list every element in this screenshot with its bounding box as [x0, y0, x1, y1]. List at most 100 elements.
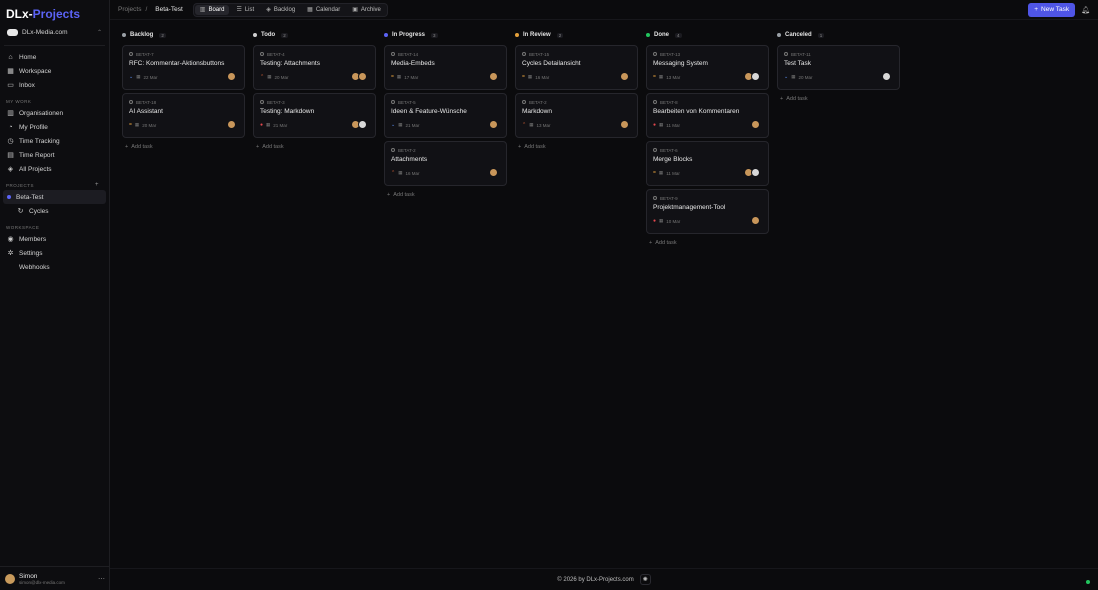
task-meta: ⌃ ▦ 20 Mar: [260, 74, 288, 80]
sidebar-item-label: Settings: [19, 249, 43, 257]
section-projects: PROJECTS +: [6, 182, 99, 188]
add-task-button[interactable]: + Add task: [777, 92, 900, 106]
task-id: BETAT-14: [391, 51, 500, 57]
task-meta: ⌄ ▦ 22 Mar: [129, 74, 157, 80]
sidebar-item-home[interactable]: ⌂ Home: [3, 50, 106, 64]
breadcrumb-projects[interactable]: Projects: [118, 6, 141, 13]
priority-icon: =: [653, 74, 656, 80]
user-email: simon@dlx-media.com: [19, 579, 65, 585]
assignees: [744, 72, 760, 81]
calendar-icon: ▦: [658, 170, 664, 175]
breadcrumb-current: Beta-Test: [155, 6, 183, 13]
due-date: 16 Mar: [405, 170, 420, 176]
due-date: 17 Mar: [404, 74, 419, 80]
tab-list[interactable]: ☰ List: [231, 5, 259, 15]
sidebar-item-workspace[interactable]: ▦ Workspace: [3, 64, 106, 78]
task-card[interactable]: BETAT-2 Attachments ⌃ ▦ 16 Mar: [384, 141, 507, 186]
theme-toggle-icon[interactable]: ✺: [639, 574, 651, 585]
task-card[interactable]: BETAT-5 Ideen & Feature-Wünsche ⌄ ▦ 21 Mar: [384, 93, 507, 138]
plus-icon: +: [256, 144, 260, 150]
calendar-icon: ▦: [396, 74, 402, 79]
assignees: [489, 72, 498, 81]
add-task-button[interactable]: + Add task: [646, 236, 769, 250]
sidebar-item-cycles[interactable]: ↻ Cycles: [3, 204, 106, 218]
task-card[interactable]: BETAT-8 Bearbeiten von Kommentaren ● ▦ 11 Ma…: [646, 93, 769, 138]
tab-backlog[interactable]: ◈ Backlog: [261, 5, 300, 15]
task-card[interactable]: BETAT-7 RFC: Kommentar-Aktionsbuttons ⌄ ▦ 22…: [122, 45, 245, 90]
calendar-icon: ▦: [659, 218, 664, 223]
calendar-icon: ▦: [267, 74, 272, 79]
task-card[interactable]: BETAT-11 Test Task ⌄ ▦ 20 Mar: [777, 45, 900, 90]
members-icon: ◉: [7, 236, 14, 243]
sidebar-item-time-tracking[interactable]: ◷ Time Tracking: [3, 134, 106, 148]
task-meta: = ▦ 11 Mar: [653, 170, 680, 176]
task-card[interactable]: BETAT-13 Messaging System = ▦ 13 Mar: [646, 45, 769, 90]
column-canceled: Canceled 1 BETAT-11 Test Task ⌄ ▦ 20 Mar + Add t…: [777, 28, 900, 590]
user-menu[interactable]: Simon simon@dlx-media.com ⋯: [0, 566, 110, 590]
sidebar-item-label: Inbox: [19, 81, 35, 89]
avatar: [620, 72, 629, 81]
status-dot-icon: [515, 33, 519, 37]
breadcrumb: Projects / Beta-Test: [118, 6, 183, 13]
task-meta: ⌄ ▦ 21 Mar: [391, 122, 419, 128]
tab-archive[interactable]: ▣ Archive: [347, 5, 386, 15]
due-date: 16 Mar: [535, 74, 550, 80]
sidebar-item-organisationen[interactable]: ▥ Organisationen: [3, 106, 106, 120]
sidebar-item-settings[interactable]: ✲ Settings: [3, 246, 106, 260]
more-icon[interactable]: ⋯: [98, 575, 105, 583]
avatar: [358, 120, 367, 129]
app-logo[interactable]: DLx-Projects: [0, 0, 109, 22]
tab-label: Backlog: [273, 6, 296, 13]
sidebar-item-all-projects[interactable]: ◈ All Projects: [3, 162, 106, 176]
add-task-button[interactable]: + Add task: [122, 140, 245, 154]
task-card[interactable]: BETAT-15 Cycles Detailansicht = ▦ 16 Mar: [515, 45, 638, 90]
task-meta: ⌄ ▦ 20 Mar: [784, 74, 812, 80]
due-date: 13 Mar: [536, 122, 551, 128]
due-date: 22 Mar: [143, 74, 158, 80]
new-task-button[interactable]: + New Task: [1028, 2, 1076, 17]
column-todo: Todo 2 BETAT-4 Testing: Attachments ⌃ ▦ 20 Mar…: [253, 28, 376, 590]
add-task-button[interactable]: + Add task: [515, 140, 638, 154]
calendar-icon: ▦: [136, 74, 141, 79]
sidebar-item-inbox[interactable]: ▭ Inbox: [3, 78, 106, 92]
priority-icon: ●: [653, 122, 657, 128]
tab-calendar[interactable]: ▦ Calendar: [302, 5, 345, 15]
bell-icon[interactable]: 🔔︎: [1081, 6, 1090, 14]
sidebar-item-label: All Projects: [19, 165, 52, 173]
task-card[interactable]: BETAT-6 Merge Blocks = ▦ 11 Mar: [646, 141, 769, 186]
status-dot-icon: [646, 33, 650, 37]
tab-board[interactable]: ▥ Board: [194, 4, 230, 15]
sidebar-item-time-report[interactable]: ▤ Time Report: [3, 148, 106, 162]
add-task-button[interactable]: + Add task: [253, 140, 376, 154]
tab-label: Calendar: [315, 6, 341, 13]
task-card[interactable]: BETAT-4 Testing: Attachments ⌃ ▦ 20 Mar: [253, 45, 376, 90]
sidebar-item-my-profile[interactable]: ◔ My Profile: [3, 120, 106, 134]
status-circle-icon: [653, 196, 657, 200]
status-circle-icon: [391, 148, 395, 152]
task-card[interactable]: BETAT-3 Testing: Markdown ● ▦ 21 Mar: [253, 93, 376, 138]
avatar: [5, 573, 15, 584]
task-id: BETAT-15: [522, 51, 631, 57]
avatar: [751, 72, 760, 81]
task-card[interactable]: BETAT-9 Projektmanagement-Tool ● ▦ 10 Mar: [646, 189, 769, 234]
view-tabs: ▥ Board ☰ List ◈ Backlog ▦ Calendar ▣ Archive: [192, 2, 388, 17]
sidebar-project-beta-test[interactable]: Beta-Test: [3, 190, 106, 204]
task-card[interactable]: BETAT-18 AI Assistant = ▦ 20 Mar: [122, 93, 245, 138]
section-my-work: MY WORK: [6, 98, 32, 104]
due-date: 20 Mar: [142, 122, 157, 128]
due-date: 21 Mar: [405, 122, 420, 128]
workspace-name: DLx-Media.com: [22, 29, 68, 36]
task-meta: ⌃ ▦ 13 Mar: [522, 122, 550, 128]
add-task-button[interactable]: + Add task: [384, 188, 507, 202]
workspace-switcher[interactable]: DLx-Media.com ⌃: [4, 24, 105, 46]
status-circle-icon: [653, 100, 657, 104]
task-card[interactable]: BETAT-14 Media-Embeds = ▦ 17 Mar: [384, 45, 507, 90]
sidebar-item-members[interactable]: ◉ Members: [3, 232, 106, 246]
column-count-badge: 2: [159, 32, 166, 38]
due-date: 20 Mar: [274, 74, 289, 80]
task-card[interactable]: BETAT-2 Markdown ⌃ ▦ 13 Mar: [515, 93, 638, 138]
task-id: BETAT-4: [260, 51, 369, 57]
add-project-icon[interactable]: +: [95, 182, 99, 188]
sidebar-item-webhooks[interactable]: Webhooks: [3, 260, 106, 274]
task-title: Markdown: [522, 108, 552, 115]
